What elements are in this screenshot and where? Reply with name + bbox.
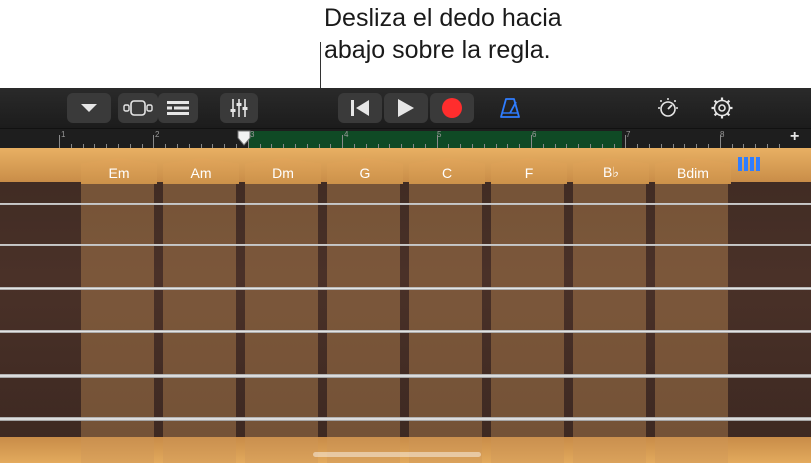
notes-mode-button[interactable] bbox=[737, 156, 763, 172]
ruler-tick bbox=[531, 135, 532, 149]
chevron-down-icon bbox=[81, 104, 97, 112]
master-effects-icon bbox=[658, 98, 678, 117]
control-bar bbox=[0, 88, 811, 128]
guitar-string[interactable] bbox=[0, 374, 811, 378]
view-menu-button[interactable] bbox=[67, 93, 111, 123]
browser-view-icon bbox=[123, 100, 153, 116]
home-indicator[interactable] bbox=[313, 452, 481, 457]
ruler-tick bbox=[342, 135, 344, 149]
guitar-string[interactable] bbox=[0, 244, 811, 246]
browser-view-button[interactable] bbox=[118, 93, 158, 123]
metronome-icon bbox=[500, 98, 520, 118]
master-effects-button[interactable] bbox=[648, 93, 688, 123]
mixer-button[interactable] bbox=[220, 93, 258, 123]
bar-number: 6 bbox=[532, 130, 537, 139]
bar-number: 4 bbox=[344, 130, 349, 139]
instruction-callout: Desliza el dedo hacia abajo sobre la reg… bbox=[324, 4, 562, 64]
rewind-icon bbox=[351, 100, 369, 116]
guitar-string[interactable] bbox=[0, 203, 811, 205]
ruler-tick bbox=[436, 135, 438, 149]
ruler-tick bbox=[59, 135, 60, 149]
play-icon bbox=[398, 99, 414, 117]
playhead-icon[interactable] bbox=[237, 130, 251, 146]
bar-number: 1 bbox=[61, 130, 66, 139]
settings-button[interactable] bbox=[702, 93, 742, 123]
play-button[interactable] bbox=[384, 93, 428, 123]
bar-number: 7 bbox=[626, 130, 631, 139]
record-button[interactable] bbox=[430, 93, 474, 123]
add-bars-button[interactable]: + bbox=[790, 128, 799, 146]
ruler-tick bbox=[625, 135, 627, 149]
guitar-string[interactable] bbox=[0, 417, 811, 421]
guitar-string[interactable] bbox=[0, 287, 811, 290]
timeline-ruler[interactable]: 1 2 3 4 5 6 7 8 + bbox=[0, 128, 811, 149]
record-icon bbox=[442, 98, 462, 118]
ruler-tick bbox=[153, 135, 155, 149]
settings-gear-icon bbox=[711, 97, 733, 119]
bar-number: 5 bbox=[437, 130, 442, 139]
tracks-view-button[interactable] bbox=[158, 93, 198, 123]
ruler-tick bbox=[719, 135, 721, 149]
rewind-button[interactable] bbox=[338, 93, 382, 123]
metronome-button[interactable] bbox=[490, 93, 530, 123]
tracks-view-icon bbox=[167, 101, 189, 115]
bar-number: 2 bbox=[155, 130, 160, 139]
mixer-icon bbox=[230, 99, 248, 117]
guitar-string[interactable] bbox=[0, 330, 811, 333]
